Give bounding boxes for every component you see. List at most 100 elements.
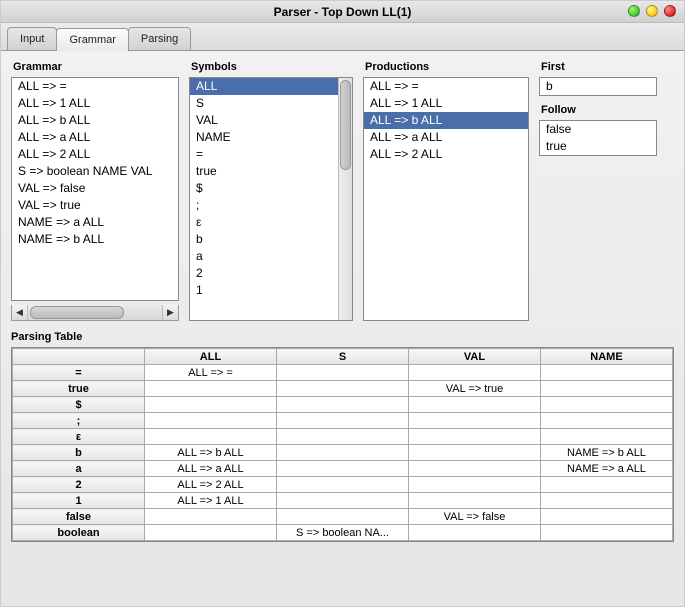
- table-cell[interactable]: [409, 365, 541, 381]
- list-item[interactable]: ALL => b ALL: [12, 112, 178, 129]
- table-row[interactable]: aALL => a ALL NAME => a ALL: [13, 461, 673, 477]
- table-cell[interactable]: NAME => b ALL: [541, 445, 673, 461]
- list-item[interactable]: ε: [190, 214, 338, 231]
- column-header[interactable]: ALL: [145, 349, 277, 365]
- column-header[interactable]: NAME: [541, 349, 673, 365]
- follow-listbox[interactable]: falsetrue: [539, 120, 657, 156]
- first-listbox[interactable]: b: [539, 77, 657, 96]
- table-cell[interactable]: [277, 429, 409, 445]
- table-cell[interactable]: [277, 397, 409, 413]
- scroll-thumb[interactable]: [340, 80, 351, 170]
- table-cell[interactable]: [541, 493, 673, 509]
- parsing-table[interactable]: ALLSVALNAME=ALL => =trueVAL => true$;εbA…: [12, 348, 673, 541]
- table-cell[interactable]: [277, 509, 409, 525]
- table-cell[interactable]: [409, 397, 541, 413]
- table-cell[interactable]: [277, 477, 409, 493]
- table-cell[interactable]: [541, 525, 673, 541]
- table-cell[interactable]: ALL => 2 ALL: [145, 477, 277, 493]
- table-cell[interactable]: [409, 477, 541, 493]
- table-cell[interactable]: [541, 429, 673, 445]
- list-item[interactable]: false: [540, 121, 656, 138]
- row-header[interactable]: b: [13, 445, 145, 461]
- scroll-right-icon[interactable]: ▶: [162, 305, 178, 320]
- list-item[interactable]: true: [540, 138, 656, 155]
- list-item[interactable]: NAME => a ALL: [12, 214, 178, 231]
- row-header[interactable]: true: [13, 381, 145, 397]
- list-item[interactable]: S: [190, 95, 338, 112]
- table-cell[interactable]: S => boolean NA...: [277, 525, 409, 541]
- row-header[interactable]: ;: [13, 413, 145, 429]
- list-item[interactable]: NAME => b ALL: [12, 231, 178, 248]
- row-header[interactable]: boolean: [13, 525, 145, 541]
- list-item[interactable]: ;: [190, 197, 338, 214]
- grammar-listbox[interactable]: ALL => =ALL => 1 ALLALL => b ALLALL => a…: [11, 77, 179, 301]
- table-cell[interactable]: [277, 445, 409, 461]
- table-cell[interactable]: [145, 381, 277, 397]
- list-item[interactable]: ALL => =: [364, 78, 528, 95]
- table-row[interactable]: $: [13, 397, 673, 413]
- tab-input[interactable]: Input: [7, 27, 57, 50]
- table-cell[interactable]: [145, 509, 277, 525]
- close-button[interactable]: [664, 5, 676, 17]
- row-header[interactable]: =: [13, 365, 145, 381]
- table-cell[interactable]: [541, 365, 673, 381]
- tab-grammar[interactable]: Grammar: [56, 28, 128, 51]
- list-item[interactable]: 2: [190, 265, 338, 282]
- table-cell[interactable]: [145, 397, 277, 413]
- table-cell[interactable]: ALL => b ALL: [145, 445, 277, 461]
- list-item[interactable]: S => boolean NAME VAL: [12, 163, 178, 180]
- table-cell[interactable]: [541, 413, 673, 429]
- parsing-table-wrap[interactable]: ALLSVALNAME=ALL => =trueVAL => true$;εbA…: [11, 347, 674, 542]
- list-item[interactable]: 1: [190, 282, 338, 299]
- list-item[interactable]: ALL => 2 ALL: [12, 146, 178, 163]
- table-cell[interactable]: NAME => a ALL: [541, 461, 673, 477]
- scroll-track[interactable]: [28, 305, 162, 320]
- table-row[interactable]: true VAL => true: [13, 381, 673, 397]
- table-cell[interactable]: [277, 493, 409, 509]
- table-cell[interactable]: [409, 445, 541, 461]
- list-item[interactable]: ALL => a ALL: [364, 129, 528, 146]
- grammar-hscroll[interactable]: ◀ ▶: [11, 305, 179, 321]
- scroll-left-icon[interactable]: ◀: [12, 305, 28, 320]
- table-row[interactable]: ε: [13, 429, 673, 445]
- zoom-button[interactable]: [646, 5, 658, 17]
- list-item[interactable]: VAL: [190, 112, 338, 129]
- list-item[interactable]: b: [540, 78, 656, 95]
- table-cell[interactable]: [145, 525, 277, 541]
- table-cell[interactable]: [541, 477, 673, 493]
- table-row[interactable]: boolean S => boolean NA...: [13, 525, 673, 541]
- row-header[interactable]: 2: [13, 477, 145, 493]
- table-cell[interactable]: [277, 461, 409, 477]
- table-cell[interactable]: VAL => true: [409, 381, 541, 397]
- table-cell[interactable]: VAL => false: [409, 509, 541, 525]
- row-header[interactable]: a: [13, 461, 145, 477]
- symbols-vscroll[interactable]: [338, 78, 352, 320]
- table-cell[interactable]: [409, 493, 541, 509]
- table-cell[interactable]: [409, 461, 541, 477]
- productions-listbox[interactable]: ALL => =ALL => 1 ALLALL => b ALLALL => a…: [363, 77, 529, 321]
- table-cell[interactable]: ALL => =: [145, 365, 277, 381]
- table-cell[interactable]: ALL => 1 ALL: [145, 493, 277, 509]
- column-header[interactable]: S: [277, 349, 409, 365]
- row-header[interactable]: 1: [13, 493, 145, 509]
- scroll-thumb[interactable]: [30, 306, 124, 319]
- table-cell[interactable]: ALL => a ALL: [145, 461, 277, 477]
- list-item[interactable]: ALL => b ALL: [364, 112, 528, 129]
- list-item[interactable]: VAL => false: [12, 180, 178, 197]
- column-header[interactable]: VAL: [409, 349, 541, 365]
- table-cell[interactable]: [145, 413, 277, 429]
- table-row[interactable]: ;: [13, 413, 673, 429]
- table-row[interactable]: falseVAL => false: [13, 509, 673, 525]
- list-item[interactable]: ALL => a ALL: [12, 129, 178, 146]
- table-cell[interactable]: [277, 381, 409, 397]
- table-row[interactable]: =ALL => =: [13, 365, 673, 381]
- table-cell[interactable]: [409, 429, 541, 445]
- list-item[interactable]: ALL => =: [12, 78, 178, 95]
- minimize-button[interactable]: [628, 5, 640, 17]
- table-cell[interactable]: [541, 381, 673, 397]
- list-item[interactable]: NAME: [190, 129, 338, 146]
- list-item[interactable]: b: [190, 231, 338, 248]
- list-item[interactable]: ALL => 2 ALL: [364, 146, 528, 163]
- list-item[interactable]: true: [190, 163, 338, 180]
- table-cell[interactable]: [409, 413, 541, 429]
